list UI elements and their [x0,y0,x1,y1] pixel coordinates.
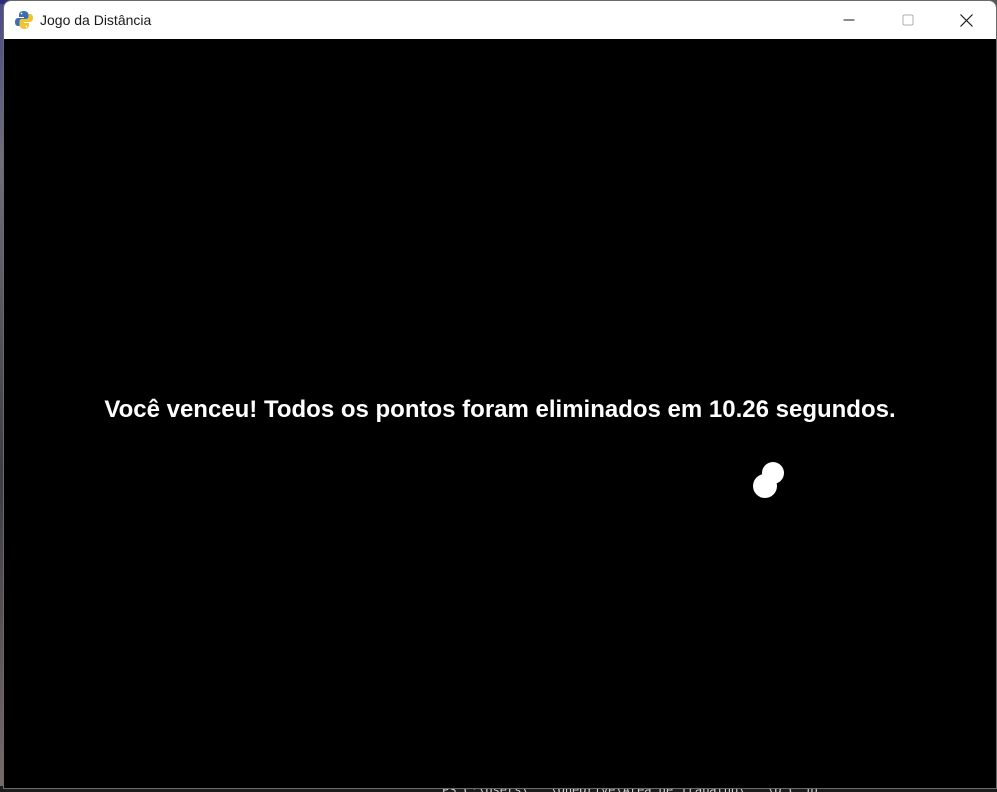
game-window: Jogo da Distância Você venceu! Todos os … [3,0,997,789]
maximize-button[interactable] [878,1,937,39]
maximize-icon [902,14,913,26]
close-button[interactable] [937,1,996,39]
close-icon [960,13,973,27]
remaining-dot[interactable] [753,474,777,498]
title-bar[interactable]: Jogo da Distância [4,1,996,39]
window-controls [819,1,996,39]
victory-message: Você venceu! Todos os pontos foram elimi… [104,396,896,423]
minimize-icon [843,19,854,21]
game-canvas[interactable]: Você venceu! Todos os pontos foram elimi… [4,39,996,788]
window-title: Jogo da Distância [40,12,152,28]
pygame-snake-icon [15,11,33,29]
minimize-button[interactable] [819,1,878,39]
